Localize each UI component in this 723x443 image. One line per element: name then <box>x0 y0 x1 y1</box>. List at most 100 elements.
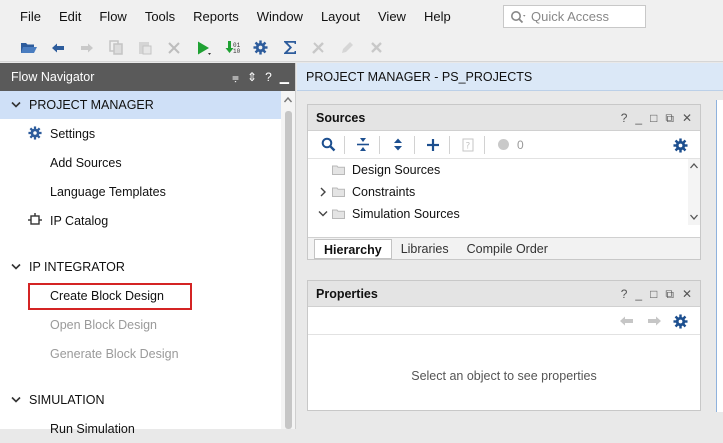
right-panel-edge <box>716 100 723 412</box>
quick-access-input[interactable] <box>531 9 641 24</box>
redo-icon <box>80 43 93 52</box>
project-manager-body: Sources ? _ □ ⧉ ✕ ? 0 Design Sources Con… <box>297 92 723 429</box>
float-icon[interactable]: ⧉ <box>665 287 674 302</box>
run-icon <box>197 41 211 55</box>
properties-toolbar <box>308 307 700 335</box>
arrow-right-icon <box>647 316 661 326</box>
settings-button[interactable] <box>246 36 275 60</box>
menu-layout[interactable]: Layout <box>312 0 369 34</box>
menu-edit[interactable]: Edit <box>50 0 90 34</box>
toolbar-separator <box>379 135 380 154</box>
nav-item-label: Create Block Design <box>50 288 164 303</box>
collapse-all-icon[interactable]: ⩦ <box>232 70 239 85</box>
undo-button[interactable] <box>43 36 72 60</box>
section-title: SIMULATION <box>29 393 105 407</box>
properties-title: Properties <box>316 286 378 301</box>
properties-panel: Properties ? _ □ ⧉ ✕ Select an object to… <box>307 280 701 411</box>
chevron-down-icon <box>11 263 21 270</box>
menu-view[interactable]: View <box>369 0 415 34</box>
menu-help[interactable]: Help <box>415 0 460 34</box>
collapse-all-icon <box>357 138 369 151</box>
help-file-icon: ? <box>462 138 474 151</box>
ip-plug-icon <box>28 213 42 225</box>
sigma-button[interactable] <box>275 36 304 60</box>
tree-row-constraints[interactable]: Constraints <box>308 181 700 203</box>
scroll-up-icon[interactable] <box>689 162 699 170</box>
maximize-icon[interactable]: □ <box>650 111 657 125</box>
tree-row-simulation-sources[interactable]: Simulation Sources <box>308 203 700 225</box>
minimize-icon[interactable]: ▁ <box>280 70 289 84</box>
scroll-up-icon[interactable] <box>283 95 293 105</box>
tree-label: Simulation Sources <box>352 207 460 221</box>
tree-label: Design Sources <box>352 163 441 177</box>
nav-item-create-block-design[interactable]: Create Block Design <box>0 281 295 310</box>
tree-row-design-sources[interactable]: Design Sources <box>308 159 700 181</box>
toolbar-separator <box>344 135 345 154</box>
section-ip-integrator[interactable]: IP INTEGRATOR <box>0 253 295 281</box>
open-folder-icon <box>20 42 37 53</box>
expand-all-icon <box>394 138 402 151</box>
tab-compile-order[interactable]: Compile Order <box>458 239 557 259</box>
cross-icon <box>371 42 382 53</box>
add-sources-button[interactable] <box>421 134 445 156</box>
nav-item-ip-catalog[interactable]: IP Catalog <box>0 206 295 235</box>
nav-item-label: Generate Block Design <box>50 346 179 361</box>
section-simulation[interactable]: SIMULATION <box>0 386 295 414</box>
delete-icon <box>167 41 180 54</box>
open-folder-button[interactable] <box>14 36 43 60</box>
search-icon <box>511 10 526 23</box>
redo-button <box>72 36 101 60</box>
chevron-right-icon[interactable] <box>318 187 328 197</box>
undo-icon <box>51 43 64 52</box>
nav-item-language-templates[interactable]: Language Templates <box>0 177 295 206</box>
scroll-down-icon[interactable] <box>689 213 699 221</box>
nav-item-label: IP Catalog <box>50 213 109 228</box>
nav-item-settings[interactable]: Settings <box>0 119 295 148</box>
run-button[interactable] <box>188 36 217 60</box>
sources-settings-button[interactable] <box>668 134 692 156</box>
expand-all-icon[interactable]: ⇕ <box>247 70 257 84</box>
generate-bitstream-button[interactable]: 01 10 <box>217 36 246 60</box>
tab-hierarchy[interactable]: Hierarchy <box>314 238 392 259</box>
sources-panel: Sources ? _ □ ⧉ ✕ ? 0 Design Sources Con… <box>307 104 701 260</box>
flow-navigator-header: Flow Navigator ⩦ ⇕ ? ▁ <box>0 63 295 91</box>
toolbar-separator <box>484 135 485 154</box>
source-properties-button: ? <box>456 134 480 156</box>
menu-reports[interactable]: Reports <box>184 0 248 34</box>
menu-tools[interactable]: Tools <box>136 0 184 34</box>
nav-item-label: Language Templates <box>50 184 166 199</box>
properties-settings-button[interactable] <box>668 310 692 332</box>
section-project-manager[interactable]: PROJECT MANAGER <box>0 91 295 119</box>
minimize-icon[interactable]: _ <box>635 287 642 301</box>
menu-flow[interactable]: Flow <box>90 0 135 34</box>
disabled-tool-icon <box>312 42 324 54</box>
tree-label: Constraints <box>352 185 416 199</box>
help-icon[interactable]: ? <box>621 111 628 125</box>
quick-access-box[interactable] <box>503 5 646 28</box>
plus-icon <box>427 138 439 151</box>
folder-icon <box>332 209 345 219</box>
help-icon[interactable]: ? <box>265 70 272 84</box>
float-icon[interactable]: ⧉ <box>665 111 674 126</box>
back-button <box>614 310 638 332</box>
expand-all-button[interactable] <box>386 134 410 156</box>
tab-libraries[interactable]: Libraries <box>392 239 458 259</box>
minimize-icon[interactable]: _ <box>635 111 642 125</box>
nav-item-add-sources[interactable]: Add Sources <box>0 148 295 177</box>
flow-navigator-scrollbar[interactable] <box>281 91 295 429</box>
chevron-down-icon[interactable] <box>318 210 328 218</box>
sources-tabs: Hierarchy Libraries Compile Order <box>308 237 700 259</box>
collapse-all-button[interactable] <box>351 134 375 156</box>
sources-scrollbar[interactable] <box>688 159 700 225</box>
sources-tree: Design Sources Constraints Simulation So… <box>308 159 700 225</box>
scroll-thumb[interactable] <box>285 111 292 429</box>
circle-icon <box>497 139 509 150</box>
close-icon[interactable]: ✕ <box>682 111 692 125</box>
menu-window[interactable]: Window <box>248 0 312 34</box>
help-icon[interactable]: ? <box>621 287 628 301</box>
close-icon[interactable]: ✕ <box>682 287 692 301</box>
search-button[interactable] <box>316 134 340 156</box>
maximize-icon[interactable]: □ <box>650 287 657 301</box>
menu-file[interactable]: File <box>0 0 50 34</box>
